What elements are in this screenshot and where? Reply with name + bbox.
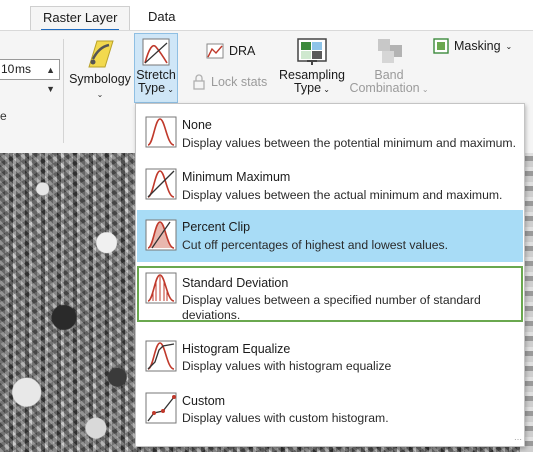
masking-button[interactable]: Masking ⌄ <box>433 38 512 54</box>
dra-icon <box>206 43 224 59</box>
dra-button[interactable]: DRA <box>206 43 255 59</box>
menu-item-description: Cut off percentages of highest and lowes… <box>182 238 449 252</box>
resampling-icon <box>297 38 327 65</box>
group-divider <box>63 39 64 143</box>
menu-item-title: None <box>182 118 212 132</box>
menu-item-title: Percent Clip <box>182 220 251 234</box>
tab-raster-layer[interactable]: Raster Layer <box>30 6 131 31</box>
menu-item-percent-clip[interactable]: Percent Clip Cut off percentages of high… <box>137 210 523 262</box>
band-combination-label-2: Combination <box>349 81 420 95</box>
masking-label: Masking <box>454 39 501 53</box>
resize-grip-icon[interactable]: ⋯ <box>514 435 522 444</box>
chevron-down-icon: ⌄ <box>321 85 331 94</box>
chevron-down-icon: ⌄ <box>96 90 104 99</box>
dra-label: DRA <box>229 44 256 58</box>
stretch-type-label-1: Stretch <box>136 68 176 82</box>
menu-item-none[interactable]: None Display values between the potentia… <box>137 108 523 160</box>
lock-stats-label: Lock stats <box>211 75 268 89</box>
spinner-icon[interactable]: ▲ ▼ <box>46 61 55 99</box>
menu-item-title: Standard Deviation <box>182 276 289 290</box>
lock-stats-button[interactable]: Lock stats <box>192 74 267 90</box>
stretch-type-content: Stretch Type ⌄ <box>135 37 177 96</box>
refresh-interval-input[interactable]: 10 ms ▲ ▼ <box>0 59 60 94</box>
band-combination-label-1: Band <box>374 68 404 82</box>
symbology-label: Symbology <box>69 72 131 86</box>
symbology-icon <box>88 40 114 68</box>
stretch-type-button[interactable]: Stretch Type ⌄ <box>134 33 178 103</box>
stretch-std-dev-icon <box>145 272 177 304</box>
stretch-type-icon <box>142 38 170 66</box>
stretch-histogram-equalize-icon <box>145 340 177 372</box>
stretch-type-label-2: Type <box>137 81 166 95</box>
refresh-interval-value: 10 <box>1 62 15 76</box>
group-label-fragment: e <box>0 109 7 123</box>
resampling-label-1: Resampling <box>278 68 345 82</box>
resampling-type-button[interactable]: Resampling Type ⌄ <box>278 37 346 96</box>
stretch-type-menu: None Display values between the potentia… <box>135 103 525 447</box>
stretch-minmax-icon <box>145 168 177 200</box>
stretch-custom-icon <box>145 392 177 424</box>
chevron-down-icon: ⌄ <box>505 41 513 51</box>
tab-data[interactable]: Data <box>136 6 187 30</box>
menu-item-description: Display values between the actual minimu… <box>182 188 503 202</box>
menu-item-title: Minimum Maximum <box>182 170 291 184</box>
chevron-down-icon: ⌄ <box>165 85 175 94</box>
menu-item-title: Histogram Equalize <box>182 342 291 356</box>
menu-item-description: Display values between a specified numbe… <box>182 293 481 322</box>
ribbon-tabstrip: Raster Layer Data <box>0 0 533 31</box>
menu-item-custom[interactable]: Custom Display values with custom histog… <box>137 386 523 438</box>
menu-item-description: Display values between the potential min… <box>182 136 516 150</box>
stretch-none-icon <box>145 116 177 148</box>
chevron-down-icon: ⌄ <box>419 85 429 94</box>
menu-item-standard-deviation[interactable]: Standard Deviation Display values betwee… <box>137 266 523 322</box>
resampling-label-2: Type <box>293 81 322 95</box>
stretch-percent-clip-icon <box>145 219 177 251</box>
lock-icon <box>193 74 205 90</box>
symbology-button[interactable]: Symbology ⌄ <box>68 37 132 101</box>
band-combination-icon <box>378 39 402 63</box>
menu-item-description: Display values with custom histogram. <box>182 411 389 425</box>
menu-item-title: Custom <box>182 394 226 408</box>
menu-item-histogram-equalize[interactable]: Histogram Equalize Display values with h… <box>137 334 523 386</box>
menu-item-minimum-maximum[interactable]: Minimum Maximum Display values between t… <box>137 160 523 212</box>
masking-icon <box>433 38 449 54</box>
band-combination-button[interactable]: Band Combination ⌄ <box>348 37 430 96</box>
menu-item-description: Display values with histogram equalize <box>182 359 392 373</box>
refresh-interval-unit: ms <box>15 62 31 76</box>
